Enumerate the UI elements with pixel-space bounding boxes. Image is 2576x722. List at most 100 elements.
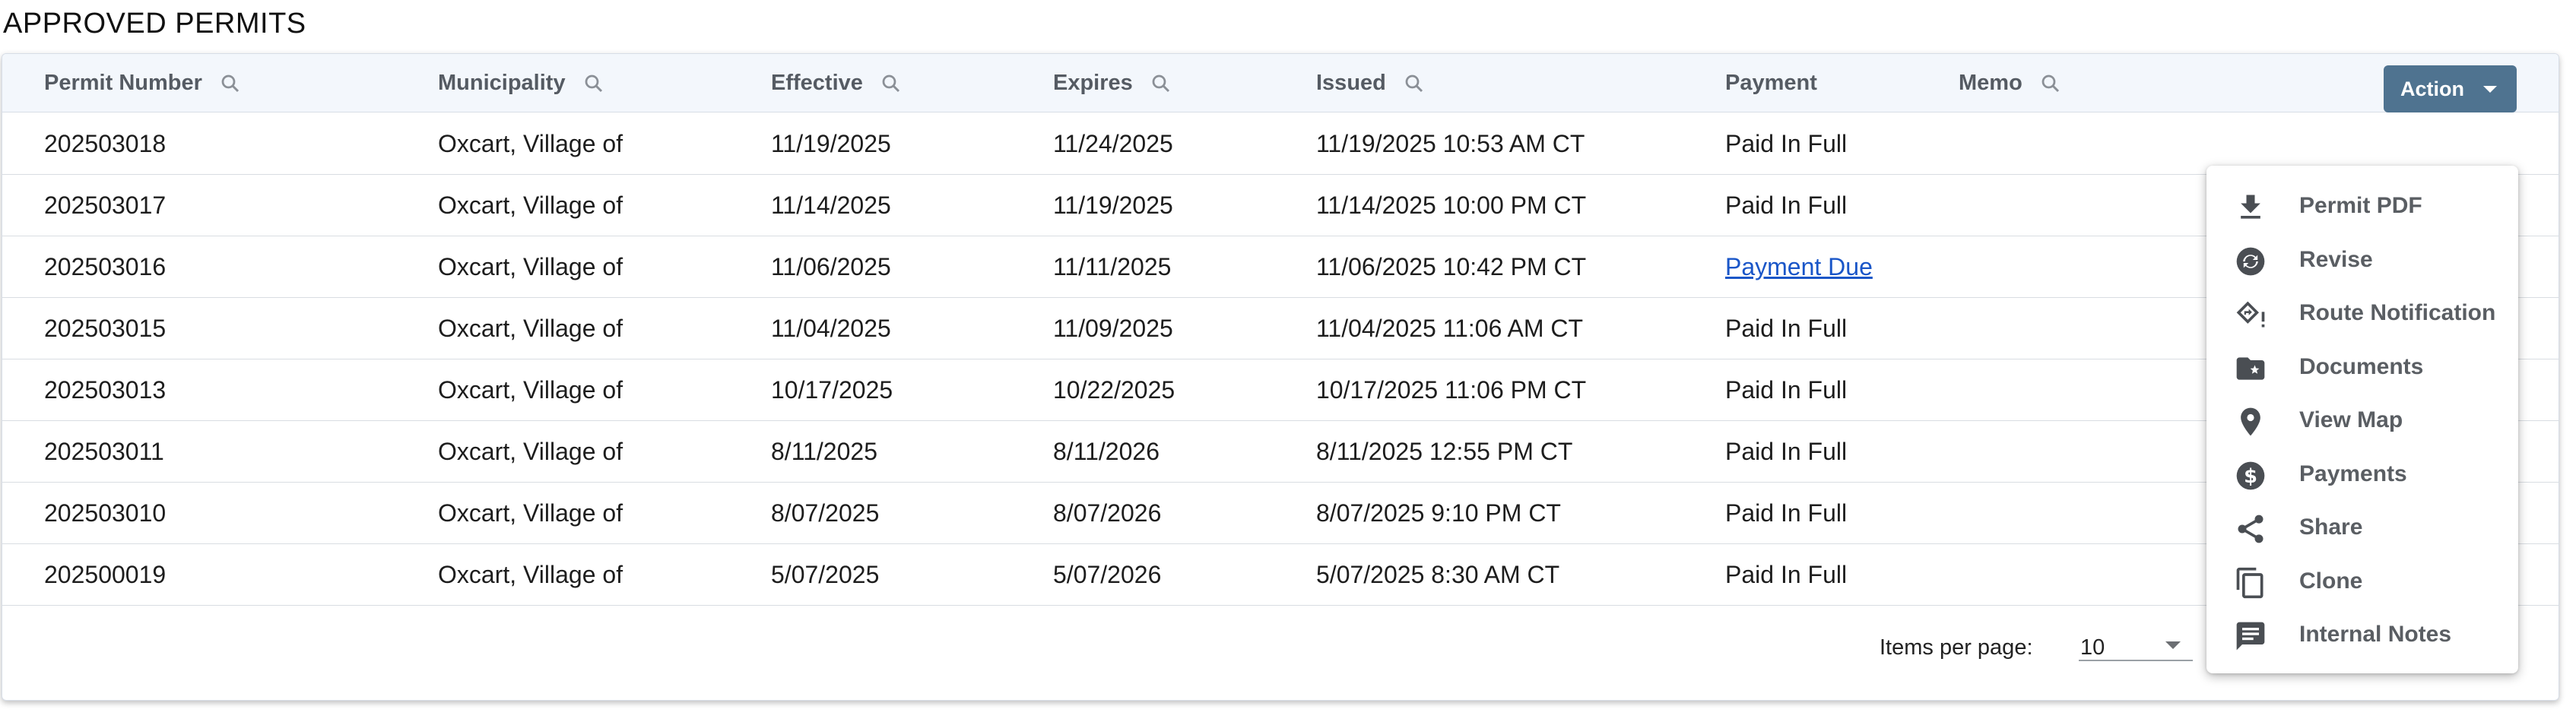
cell-municipality: Oxcart, Village of [438,130,623,157]
cell-effective: 11/14/2025 [771,192,891,219]
cell-municipality: Oxcart, Village of [438,192,623,219]
cell-payment: Paid In Full [1725,561,1848,588]
cell-issued: 11/06/2025 10:42 PM CT [1316,253,1587,280]
column-label: Effective [771,71,863,95]
cell-municipality: Oxcart, Village of [438,438,623,465]
table-row[interactable]: 202503017 Oxcart, Village of 11/14/2025 … [2,175,2559,236]
menu-item-label: Route Notification [2299,300,2496,326]
table-row[interactable]: 202503010 Oxcart, Village of 8/07/2025 8… [2,483,2559,544]
cell-effective: 5/07/2025 [771,561,880,588]
menu-item-clone[interactable]: Clone [2206,555,2518,609]
payment-due-link[interactable]: Payment Due [1725,236,1873,298]
menu-item-label: Payments [2299,461,2407,486]
cell-issued: 11/14/2025 10:00 PM CT [1316,192,1587,219]
cell-payment: Paid In Full [1725,499,1848,527]
cell-payment: Paid In Full [1725,130,1848,157]
cell-effective: 11/04/2025 [771,315,891,342]
menu-item-permit-pdf[interactable]: Permit PDF [2206,179,2518,233]
cell-payment: Paid In Full [1725,438,1848,465]
menu-item-label: Revise [2299,246,2373,272]
notes-icon [2236,622,2265,651]
menu-item-label: Permit PDF [2299,193,2422,219]
folder-star-icon [2236,356,2265,380]
cell-municipality: Oxcart, Village of [438,499,623,527]
menu-item-label: Share [2299,515,2363,540]
search-icon[interactable] [1403,72,1426,95]
table-row[interactable]: 202500019 Oxcart, Village of 5/07/2025 5… [2,544,2559,606]
share-icon [2238,515,2264,543]
search-icon[interactable] [880,72,903,95]
cell-issued: 8/07/2025 9:10 PM CT [1316,499,1561,527]
svg-text:$: $ [2244,465,2257,488]
table-row[interactable]: 202503013 Oxcart, Village of 10/17/2025 … [2,359,2559,421]
cell-permit-number: 202503018 [44,130,167,157]
cell-expires: 11/24/2025 [1053,130,1173,157]
search-icon[interactable] [219,72,242,95]
table-row[interactable]: 202503011 Oxcart, Village of 8/11/2025 8… [2,421,2559,483]
cell-expires: 5/07/2026 [1053,561,1162,588]
page-size-select[interactable]: 10 [2079,623,2193,661]
column-header-permit-number[interactable]: Permit Number [44,54,242,112]
caret-down-icon [2165,641,2181,649]
cell-permit-number: 202503017 [44,192,167,219]
cell-issued: 8/11/2025 12:55 PM CT [1316,438,1573,465]
menu-item-documents[interactable]: Documents [2206,340,2518,394]
cell-expires: 10/22/2025 [1053,376,1175,404]
column-header-expires[interactable]: Expires [1053,54,1172,112]
menu-item-internal-notes[interactable]: Internal Notes [2206,608,2518,662]
column-header-payment[interactable]: Payment [1725,54,1817,112]
search-icon[interactable] [2039,72,2062,95]
cell-permit-number: 202503011 [44,438,164,465]
cell-expires: 11/11/2025 [1053,253,1172,280]
cell-effective: 11/06/2025 [771,253,891,280]
menu-item-revise[interactable]: Revise [2206,233,2518,287]
action-button[interactable]: Action [2384,65,2517,112]
column-label: Municipality [438,71,566,95]
table-row[interactable]: 202503015 Oxcart, Village of 11/04/2025 … [2,298,2559,359]
cell-payment: Paid In Full [1725,192,1848,219]
cell-issued: 11/04/2025 11:06 AM CT [1316,315,1584,342]
revise-icon [2236,247,2265,275]
column-label: Issued [1316,71,1386,95]
table-row[interactable]: 202503018 Oxcart, Village of 11/19/2025 … [2,113,2559,175]
cell-effective: 8/11/2025 [771,438,877,465]
page-size-value: 10 [2080,635,2105,660]
column-header-effective[interactable]: Effective [771,54,903,112]
menu-item-share[interactable]: Share [2206,501,2518,555]
cell-permit-number: 202503013 [44,376,167,404]
column-label: Permit Number [44,71,202,95]
cell-municipality: Oxcart, Village of [438,253,623,280]
cell-expires: 8/07/2026 [1053,499,1162,527]
column-header-memo[interactable]: Memo [1959,54,2062,112]
cell-permit-number: 202503010 [44,499,167,527]
cell-effective: 8/07/2025 [771,499,880,527]
search-icon[interactable] [582,72,605,95]
menu-item-label: View Map [2299,407,2403,433]
action-menu: Permit PDF Revise Route Notification Doc… [2206,166,2518,673]
column-label: Expires [1053,71,1133,95]
menu-item-label: Internal Notes [2299,622,2452,648]
cell-issued: 11/19/2025 10:53 AM CT [1316,130,1585,157]
column-header-municipality[interactable]: Municipality [438,54,605,112]
download-icon [2241,195,2260,219]
cell-permit-number: 202503015 [44,315,167,342]
column-label: Memo [1959,71,2022,95]
menu-item-route-notification[interactable]: Route Notification [2206,287,2518,340]
table-row[interactable]: 202503016 Oxcart, Village of 11/06/2025 … [2,236,2559,298]
menu-item-label: Clone [2299,568,2363,594]
caret-down-icon [2483,86,2497,93]
column-header-issued[interactable]: Issued [1316,54,1426,112]
menu-item-payments[interactable]: $ Payments [2206,448,2518,502]
cell-expires: 11/09/2025 [1053,315,1173,342]
cell-municipality: Oxcart, Village of [438,315,623,342]
menu-item-label: Documents [2299,353,2424,379]
column-label: Payment [1725,71,1817,95]
permits-table: Permit Number Municipality Effective Exp… [2,53,2559,701]
map-pin-icon [2241,407,2260,436]
search-icon[interactable] [1150,72,1172,95]
cell-effective: 11/19/2025 [771,130,891,157]
menu-item-view-map[interactable]: View Map [2206,394,2518,448]
cell-issued: 10/17/2025 11:06 PM CT [1316,376,1587,404]
cell-permit-number: 202503016 [44,253,167,280]
cell-effective: 10/17/2025 [771,376,893,404]
